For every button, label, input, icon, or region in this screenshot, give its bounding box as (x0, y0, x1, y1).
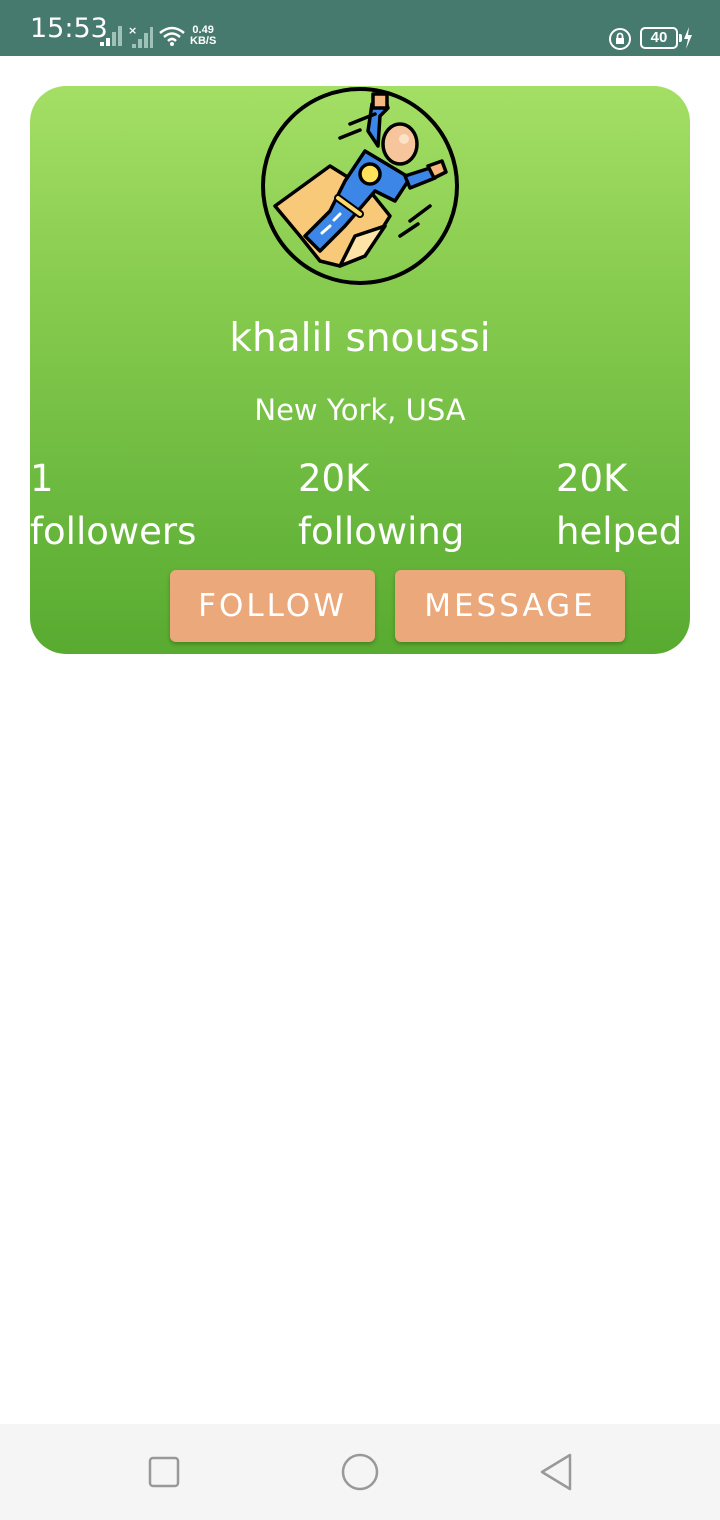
stat-label: followers (30, 510, 197, 553)
stat-helped: 20K helped (556, 452, 682, 558)
profile-card: khalil snoussi New York, USA 1 followers… (30, 86, 690, 654)
user-name: khalil snoussi (229, 316, 491, 361)
wifi-icon (159, 26, 185, 46)
charging-icon (684, 27, 692, 49)
battery-level: 40 (650, 29, 668, 46)
signal-no-service-icon: × (128, 26, 153, 48)
status-time: 15:53 (30, 13, 108, 44)
user-location: New York, USA (254, 393, 466, 427)
stat-following: 20K following (298, 452, 464, 558)
svg-text:×: × (128, 26, 137, 37)
navigation-bar (0, 1424, 720, 1520)
network-speed: 0.49 KB/S (190, 25, 216, 47)
battery-icon: 40 (640, 27, 682, 49)
stat-label: helped (556, 510, 683, 553)
rotation-lock-icon (609, 28, 631, 50)
signal-icon (100, 26, 122, 46)
status-bar: 15:53 × 0.49 KB/S 40 (0, 0, 720, 56)
network-speed-unit: KB/S (190, 35, 217, 47)
stat-value: 1 (30, 457, 54, 500)
home-icon[interactable] (340, 1452, 380, 1492)
back-icon[interactable] (538, 1452, 574, 1492)
recent-apps-icon[interactable] (148, 1456, 180, 1488)
stat-value: 20K (556, 457, 628, 500)
follow-button[interactable]: FOLLOW (170, 570, 375, 642)
message-button[interactable]: MESSAGE (395, 570, 625, 642)
stat-value: 20K (298, 457, 370, 500)
stat-followers: 1 followers (30, 452, 196, 558)
stat-label: following (298, 510, 465, 553)
superhero-avatar-icon (261, 87, 459, 285)
